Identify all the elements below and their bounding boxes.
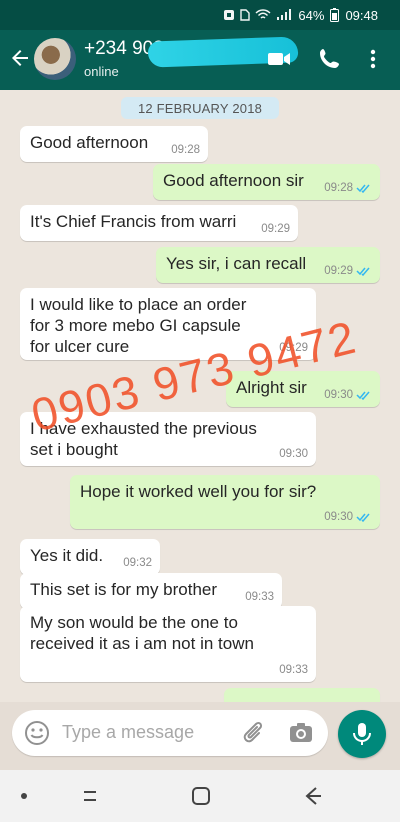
video-call-icon[interactable]: [266, 46, 292, 72]
system-nav-bar: [0, 770, 400, 822]
message-time: 09:33: [279, 664, 308, 676]
message-time: 09:29: [324, 265, 353, 277]
message-meta: 09:29: [324, 264, 372, 278]
message-text: Yes it did.: [30, 546, 104, 565]
phone-icon[interactable]: [316, 46, 342, 72]
message-time: 09:28: [324, 182, 353, 194]
read-ticks-icon: [356, 513, 370, 522]
camera-icon[interactable]: [288, 720, 314, 746]
mic-icon: [353, 723, 371, 745]
battery-percentage: 64%: [298, 7, 325, 23]
status-bar: 64% 09:48: [0, 0, 400, 30]
message-text: Hope it worked well you for sir?: [80, 482, 317, 501]
message-bubble[interactable]: It's Chief Francis from warri 09:29: [20, 205, 298, 241]
message-time: 09:29: [261, 223, 290, 235]
message-text: My son would be the one to received it a…: [30, 613, 254, 653]
message-text: Good afternoon sir: [163, 171, 304, 190]
message-bubble[interactable]: My son would be the one to received it a…: [20, 606, 316, 682]
message-text: It's Chief Francis from warri: [30, 212, 237, 231]
message-meta: 09:30: [324, 510, 372, 524]
wifi-icon: [255, 9, 271, 19]
clock: 09:48: [345, 7, 378, 23]
emoji-icon[interactable]: [24, 720, 50, 746]
chat-area[interactable]: 12 FEBRUARY 2018 Good afternoon 09:28 Go…: [0, 90, 400, 702]
message-bubble-partial[interactable]: [224, 688, 380, 702]
more-icon[interactable]: [360, 46, 386, 72]
read-ticks-icon: [356, 184, 370, 193]
back-icon[interactable]: [300, 784, 324, 808]
message-input[interactable]: Type a message: [62, 722, 194, 743]
message-time: 09:32: [123, 557, 152, 569]
contact-status: online: [84, 64, 119, 79]
message-bubble[interactable]: Good afternoon 09:28: [20, 126, 208, 162]
message-text: This set is for my brother: [30, 580, 218, 599]
message-time: 09:30: [279, 448, 308, 460]
message-bubble[interactable]: Good afternoon sir 09:28: [153, 164, 380, 200]
recent-apps-icon[interactable]: [78, 784, 102, 808]
attach-icon[interactable]: [240, 720, 266, 746]
message-text: Good afternoon: [30, 133, 149, 152]
message-composer[interactable]: Type a message: [12, 710, 328, 756]
avatar[interactable]: [34, 38, 76, 80]
message-time: 09:30: [324, 389, 353, 401]
back-arrow-icon[interactable]: [8, 46, 32, 70]
message-text: Yes sir, i can recall: [166, 254, 307, 273]
message-meta: 09:28: [324, 181, 372, 195]
message-time: 09:30: [324, 511, 353, 523]
status-indicators: [223, 9, 292, 21]
read-ticks-icon: [356, 267, 370, 276]
message-time: 09:28: [171, 144, 200, 156]
notification-icon: [224, 10, 235, 20]
date-separator: 12 FEBRUARY 2018: [121, 97, 279, 119]
home-icon[interactable]: [189, 784, 213, 808]
signal-icon: [277, 9, 292, 20]
mic-button[interactable]: [338, 710, 386, 758]
battery-icon: [330, 8, 340, 22]
sim-icon: [240, 9, 251, 21]
chat-header: +234 903 online: [0, 30, 400, 90]
message-bubble[interactable]: Yes it did. 09:32: [20, 539, 160, 575]
dot-icon[interactable]: [12, 784, 36, 808]
message-bubble[interactable]: Yes sir, i can recall 09:29: [156, 247, 380, 283]
message-bubble[interactable]: Hope it worked well you for sir? 09:30: [70, 475, 380, 529]
message-time: 09:33: [245, 591, 274, 603]
message-meta: 09:30: [324, 388, 372, 402]
message-bubble[interactable]: This set is for my brother 09:33: [20, 573, 282, 609]
read-ticks-icon: [356, 391, 370, 400]
